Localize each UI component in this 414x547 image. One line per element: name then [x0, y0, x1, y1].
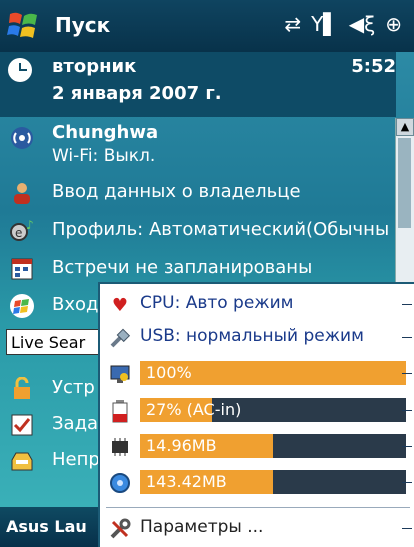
calendar-row[interactable]: Встречи не запланированы — [0, 252, 396, 286]
sync-icon[interactable]: ⇄ — [284, 12, 301, 36]
menu-hline — [402, 528, 412, 529]
battery-value: 27% (AC-in) — [146, 400, 242, 419]
menu-hline — [402, 304, 412, 305]
owner-label: Ввод данных о владельце — [52, 181, 301, 202]
usb-mode-label: USB: нормальный режим — [140, 326, 364, 346]
inbox-icon — [8, 447, 36, 475]
date-time-row[interactable]: вторник 2 января 2007 г. 5:52 — [0, 52, 396, 117]
profile-icon: e ♪ — [8, 217, 36, 245]
brightness-icon — [108, 362, 132, 386]
messenger-label: Вход — [52, 294, 99, 315]
tasks-icon — [8, 411, 36, 439]
menu-hline — [402, 482, 412, 483]
windows-live-icon — [8, 292, 36, 320]
storage-value: 143.42MB — [146, 472, 227, 491]
calendar-icon — [8, 255, 36, 283]
brightness-value: 100% — [146, 363, 192, 382]
wifi-title: Chunghwa — [52, 122, 159, 143]
scroll-up-icon[interactable]: ▲ — [396, 118, 414, 136]
menu-hline — [402, 410, 412, 411]
menu-hline — [402, 446, 412, 447]
tools-icon — [108, 517, 132, 541]
battery-icon — [108, 399, 132, 423]
device-lock-label: Устр — [52, 377, 95, 398]
brightness-bar: 100% — [140, 361, 406, 385]
menu-hline — [402, 373, 412, 374]
memory-bar: 14.96MB — [140, 434, 406, 458]
menu-hline — [402, 337, 412, 338]
inbox-label: Непр — [52, 449, 100, 470]
clock-icon — [8, 58, 32, 82]
usb-plug-icon — [108, 326, 132, 350]
battery-bar: 27% (AC-in) — [140, 398, 406, 422]
scroll-thumb[interactable] — [398, 138, 411, 228]
memory-value: 14.96MB — [146, 436, 217, 455]
svg-text:♪: ♪ — [26, 219, 34, 232]
settings-item[interactable]: Параметры ... — [100, 512, 414, 545]
title-start[interactable]: Пуск — [55, 13, 110, 37]
battery-item[interactable]: 27% (AC-in) — [100, 394, 414, 427]
windows-start-icon[interactable] — [6, 8, 40, 42]
asus-launcher-label[interactable]: Asus Lau — [6, 517, 87, 536]
day-label: вторник — [52, 56, 137, 77]
storage-bar: 143.42MB — [140, 470, 406, 494]
profile-row[interactable]: e ♪ Профиль: Автоматический(Обычны — [0, 214, 396, 248]
profile-label: Профиль: Автоматический(Обычны — [52, 219, 390, 240]
lock-icon — [8, 375, 36, 403]
settings-label: Параметры ... — [140, 517, 264, 537]
wifi-icon — [8, 124, 36, 152]
storage-disk-icon — [108, 471, 132, 495]
storage-item[interactable]: 143.42MB — [100, 466, 414, 499]
owner-icon — [8, 179, 36, 207]
calendar-label: Встречи не запланированы — [52, 257, 313, 278]
memory-item[interactable]: 14.96MB — [100, 430, 414, 463]
title-bar: Пуск ⇄ Y▌ ◀ξ ⊕ — [0, 0, 414, 52]
wifi-row[interactable]: Chunghwa Wi-Fi: Выкл. — [0, 118, 396, 172]
tasks-label: Зада — [52, 413, 99, 434]
brightness-item[interactable]: 100% — [100, 357, 414, 390]
asus-status-popup: ♥ CPU: Авто режим USB: нормальный режим … — [98, 282, 414, 547]
svg-text:e: e — [15, 226, 22, 240]
time-label: 5:52 — [351, 56, 396, 77]
screen: Пуск ⇄ Y▌ ◀ξ ⊕ вторник 2 января 2007 г. … — [0, 0, 414, 547]
volume-icon[interactable]: ◀ξ — [349, 12, 376, 36]
usb-mode-item[interactable]: USB: нормальный режим — [100, 321, 414, 354]
memory-chip-icon — [108, 435, 132, 459]
heart-icon: ♥ — [111, 294, 129, 316]
connection-icon[interactable]: ⊕ — [385, 12, 402, 36]
cpu-mode-label: CPU: Авто режим — [140, 293, 294, 313]
signal-icon[interactable]: Y▌ — [311, 12, 339, 36]
wifi-status: Wi-Fi: Выкл. — [52, 146, 156, 166]
cpu-mode-item[interactable]: ♥ CPU: Авто режим — [100, 288, 414, 321]
owner-row[interactable]: Ввод данных о владельце — [0, 176, 396, 210]
date-label: 2 января 2007 г. — [52, 83, 222, 104]
menu-separator — [106, 507, 410, 508]
status-icons: ⇄ Y▌ ◀ξ ⊕ — [284, 12, 402, 36]
